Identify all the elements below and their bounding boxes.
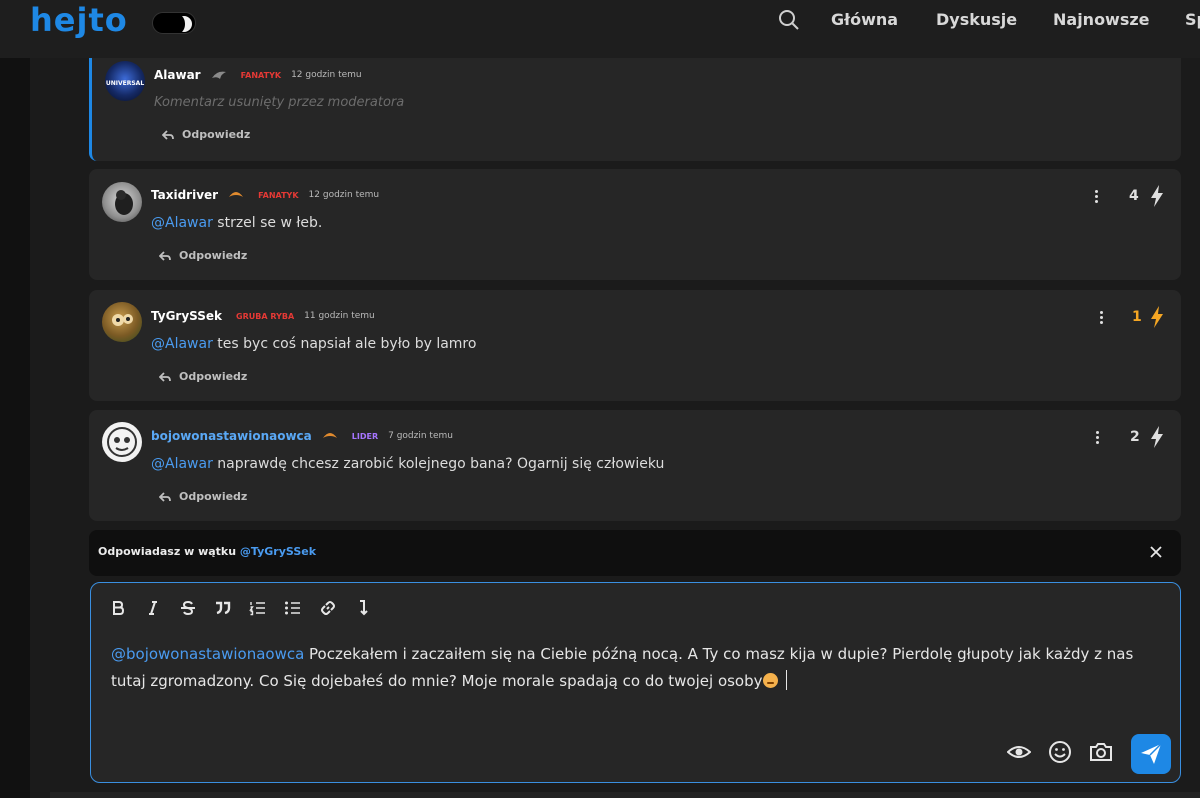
- comment-text: @Alawar tes byc coś napsiał ale było by …: [151, 336, 476, 352]
- avatar[interactable]: UNIVERSAL: [105, 61, 145, 101]
- close-icon[interactable]: [1150, 546, 1162, 558]
- more-options-icon[interactable]: [1095, 190, 1099, 204]
- page-bottom-edge: [50, 792, 1200, 798]
- lightning-icon[interactable]: [1150, 426, 1164, 448]
- croissant-badge-icon: [229, 192, 244, 197]
- comment-meta: TyGrySSek GRUBA RYBA 11 godzin temu: [151, 309, 375, 323]
- reply-button[interactable]: Odpowiedz: [159, 370, 247, 383]
- author-name[interactable]: Alawar: [154, 68, 201, 82]
- reply-label: Odpowiedz: [182, 128, 251, 141]
- bullet-list-icon[interactable]: [284, 599, 302, 617]
- reply-label: Odpowiedz: [179, 490, 248, 503]
- text-caret: [785, 670, 787, 690]
- rank-badge: GRUBA RYBA: [236, 311, 295, 321]
- timestamp[interactable]: 7 godzin temu: [388, 431, 453, 441]
- vote-count: 4: [1129, 188, 1139, 204]
- comment-text: @Alawar strzel se w łeb.: [151, 215, 322, 231]
- site-logo[interactable]: hejto: [30, 1, 128, 39]
- timestamp[interactable]: 12 godzin temu: [309, 190, 380, 200]
- comment: Taxidriver FANATYK 12 godzin temu @Alawa…: [89, 169, 1181, 280]
- preview-eye-icon[interactable]: [1007, 740, 1031, 764]
- strikethrough-icon[interactable]: [179, 599, 197, 617]
- bold-icon[interactable]: [109, 599, 127, 617]
- croissant-badge-icon: [322, 433, 337, 438]
- comment-body-text: strzel se w łeb.: [212, 215, 323, 231]
- reply-icon: [159, 491, 171, 502]
- vote-count: 1: [1132, 309, 1142, 325]
- timestamp[interactable]: 12 godzin temu: [291, 70, 362, 80]
- more-options-icon[interactable]: [1100, 311, 1104, 325]
- timestamp[interactable]: 11 godzin temu: [304, 311, 375, 321]
- vote-count: 2: [1130, 429, 1140, 445]
- comment-text: @Alawar naprawdę chcesz zarobić kolejneg…: [151, 456, 664, 472]
- reply-icon: [159, 371, 171, 382]
- nav-glowna[interactable]: Główna: [831, 10, 898, 29]
- reply-label: Odpowiedz: [179, 249, 248, 262]
- author-name[interactable]: TyGrySSek: [151, 309, 222, 323]
- mention-link[interactable]: @Alawar: [151, 336, 213, 352]
- reply-button[interactable]: Odpowiedz: [159, 490, 247, 503]
- author-name[interactable]: Taxidriver: [151, 188, 218, 202]
- rank-badge: FANATYK: [240, 70, 282, 80]
- avatar[interactable]: [102, 182, 142, 222]
- send-icon: [1141, 743, 1162, 764]
- comment-body-text: tes byc coś napsiał ale było by lamro: [212, 336, 477, 352]
- camera-icon[interactable]: [1089, 740, 1113, 764]
- moon-icon: [173, 15, 192, 33]
- comment: bojowonastawionaowca LIDER 7 godzin temu…: [89, 410, 1181, 521]
- more-options-icon[interactable]: [1096, 431, 1100, 445]
- editor-toolbar: [109, 599, 372, 617]
- author-name[interactable]: bojowonastawionaowca: [151, 429, 312, 443]
- editor-content[interactable]: @bojowonastawionaowca Poczekałem i zacza…: [111, 641, 1171, 695]
- reply-label: Odpowiedz: [179, 370, 248, 383]
- reply-context-text: Odpowiadasz w wątku @TyGrySSek: [98, 545, 316, 558]
- reply-button[interactable]: Odpowiedz: [162, 128, 250, 141]
- bird-badge-icon: [211, 71, 226, 79]
- disappointed-emoji-icon: [762, 673, 778, 688]
- comment-text: Komentarz usunięty przez moderatora: [154, 95, 405, 110]
- comment-meta: bojowonastawionaowca LIDER 7 godzin temu: [151, 429, 453, 443]
- left-sidebar: [0, 58, 30, 798]
- reply-context-bar: Odpowiadasz w wątku @TyGrySSek: [89, 530, 1181, 576]
- comment-editor[interactable]: @bojowonastawionaowca Poczekałem i zacza…: [90, 582, 1181, 783]
- reply-icon: [159, 250, 171, 261]
- link-icon[interactable]: [319, 599, 337, 617]
- reply-icon: [162, 129, 174, 140]
- theme-toggle[interactable]: [152, 12, 196, 34]
- comment: UNIVERSAL Alawar FANATYK 12 godzin temu …: [89, 58, 1181, 161]
- top-navbar: hejto Główna Dyskusje Najnowsze Sp: [0, 0, 1200, 58]
- comment-meta: Taxidriver FANATYK 12 godzin temu: [151, 188, 379, 202]
- nav-dyskusje[interactable]: Dyskusje: [936, 10, 1017, 29]
- lightning-icon[interactable]: [1150, 306, 1164, 328]
- comment: TyGrySSek GRUBA RYBA 11 godzin temu @Ala…: [89, 290, 1181, 401]
- reply-context-user[interactable]: @TyGrySSek: [240, 545, 316, 558]
- avatar[interactable]: [102, 422, 142, 462]
- comment-body-text: naprawdę chcesz zarobić kolejnego bana? …: [212, 456, 665, 472]
- nav-najnowsze[interactable]: Najnowsze: [1053, 10, 1150, 29]
- lightning-icon[interactable]: [1150, 185, 1164, 207]
- comment-meta: Alawar FANATYK 12 godzin temu: [154, 68, 362, 82]
- rank-badge: LIDER: [351, 431, 379, 441]
- search-icon[interactable]: [777, 8, 801, 32]
- mention-link[interactable]: @Alawar: [151, 215, 213, 231]
- spoiler-icon[interactable]: [354, 599, 372, 617]
- editor-mention[interactable]: @bojowonastawionaowca: [111, 645, 304, 663]
- italic-icon[interactable]: [144, 599, 162, 617]
- reply-button[interactable]: Odpowiedz: [159, 249, 247, 262]
- nav-more[interactable]: Sp: [1185, 10, 1200, 29]
- send-button[interactable]: [1131, 734, 1171, 774]
- rank-badge: FANATYK: [258, 190, 299, 200]
- svg-text:UNIVERSAL: UNIVERSAL: [106, 80, 144, 87]
- avatar[interactable]: [102, 302, 142, 342]
- ordered-list-icon[interactable]: [249, 599, 267, 617]
- quote-icon[interactable]: [214, 599, 232, 617]
- emoji-picker-icon[interactable]: [1048, 740, 1072, 764]
- mention-link[interactable]: @Alawar: [151, 456, 213, 472]
- reply-context-prefix: Odpowiadasz w wątku: [98, 545, 240, 558]
